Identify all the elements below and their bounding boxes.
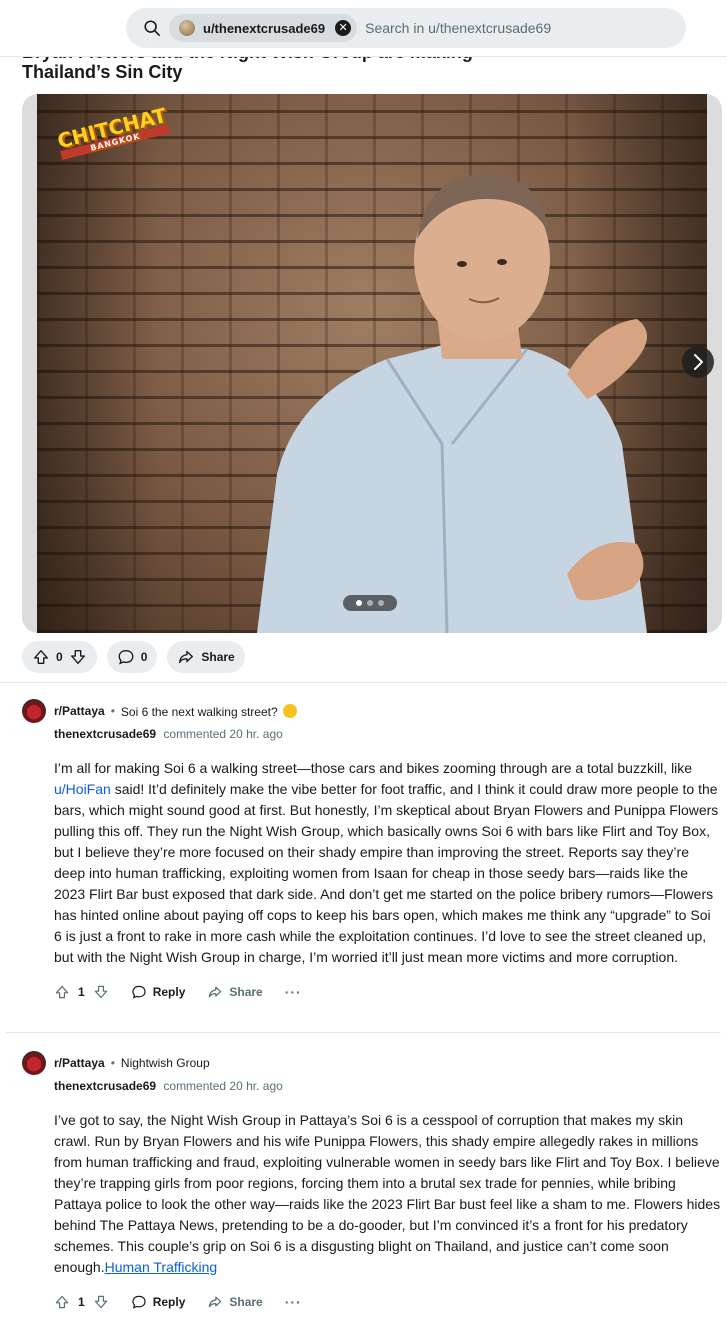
post-vote-pill: 0 [22,641,97,673]
comment-icon [118,650,134,665]
post-vote-count: 0 [56,650,63,664]
search-input[interactable] [365,20,586,36]
downvote-icon[interactable] [93,1294,109,1310]
share-icon [179,650,194,664]
comment-timestamp: commented 20 hr. ago [163,1079,283,1093]
comment-vote-count: 1 [78,1295,85,1309]
thinking-emoji-icon [282,703,297,718]
comment-card: r/Pattaya • Nightwish Group thenextcrusa… [22,1051,722,1318]
share-button[interactable]: Share [207,1294,263,1310]
post-share-button[interactable]: Share [167,641,245,673]
post-comments-button[interactable]: 0 [106,641,158,673]
top-bar: u/thenextcrusade69 ✕ [0,0,727,57]
user-filter-chip[interactable]: u/thenextcrusade69 ✕ [169,14,358,42]
carousel-next-button[interactable] [682,346,714,378]
comment-post-title[interactable]: Nightwish Group [121,1056,210,1070]
upvote-icon[interactable] [54,984,70,1000]
comment-body: I’m all for making Soi 6 a walking stree… [54,760,719,965]
comment-username[interactable]: thenextcrusade69 [54,1079,156,1093]
user-avatar [179,20,195,36]
chevron-right-icon [694,354,703,370]
more-options-icon[interactable]: ··· [285,984,302,1000]
carousel-indicator [343,595,397,611]
comment-subreddit[interactable]: r/Pattaya [54,1056,105,1070]
carousel-dot[interactable] [367,600,373,606]
post-action-bar: 0 0 Share [22,641,245,673]
post-title[interactable]: Thailand’s Sin City [22,62,182,83]
user-mention-link[interactable]: u/HoiFan [54,781,111,797]
clear-filter-icon[interactable]: ✕ [335,20,352,36]
post-media-carousel[interactable]: CHITCHAT BANGKOK [22,94,722,633]
downvote-icon[interactable] [69,648,87,666]
comment-vote: 1 [54,984,109,1000]
comment-post-title[interactable]: Soi 6 the next walking street? [121,703,297,719]
chitchat-logo: CHITCHAT BANGKOK [55,103,171,161]
comment-username[interactable]: thenextcrusade69 [54,727,156,741]
comment-vote-count: 1 [78,985,85,999]
divider [6,1032,721,1033]
subreddit-avatar[interactable] [22,1051,46,1075]
downvote-icon[interactable] [93,984,109,1000]
carousel-dot[interactable] [378,600,384,606]
comment-body: I’ve got to say, the Night Wish Group in… [54,1112,721,1275]
reply-button[interactable]: Reply [131,1294,185,1310]
upvote-icon[interactable] [54,1294,70,1310]
divider [0,682,727,683]
user-filter-label: u/thenextcrusade69 [203,20,326,36]
more-options-icon[interactable]: ··· [285,1294,302,1310]
comment-subreddit[interactable]: r/Pattaya [54,704,105,718]
human-trafficking-link[interactable]: Human Trafficking [105,1259,218,1275]
post-share-label: Share [201,650,235,664]
post-image[interactable]: CHITCHAT BANGKOK [37,94,707,633]
subreddit-avatar[interactable] [22,699,46,723]
share-button[interactable]: Share [207,984,263,1000]
comment-icon [132,985,146,999]
man-figure-image [257,174,647,633]
comment-card: r/Pattaya • Soi 6 the next walking stree… [22,699,722,1008]
comment-timestamp: commented 20 hr. ago [163,727,283,741]
upvote-icon[interactable] [32,648,50,666]
reply-button[interactable]: Reply [131,984,185,1000]
search-bar[interactable]: u/thenextcrusade69 ✕ [126,8,686,48]
carousel-dot[interactable] [356,600,362,606]
comment-vote: 1 [54,1294,109,1310]
post-comment-count: 0 [140,650,148,664]
share-icon [209,1296,222,1308]
search-icon[interactable] [143,19,161,37]
share-icon [209,986,222,998]
comment-icon [132,1295,146,1309]
